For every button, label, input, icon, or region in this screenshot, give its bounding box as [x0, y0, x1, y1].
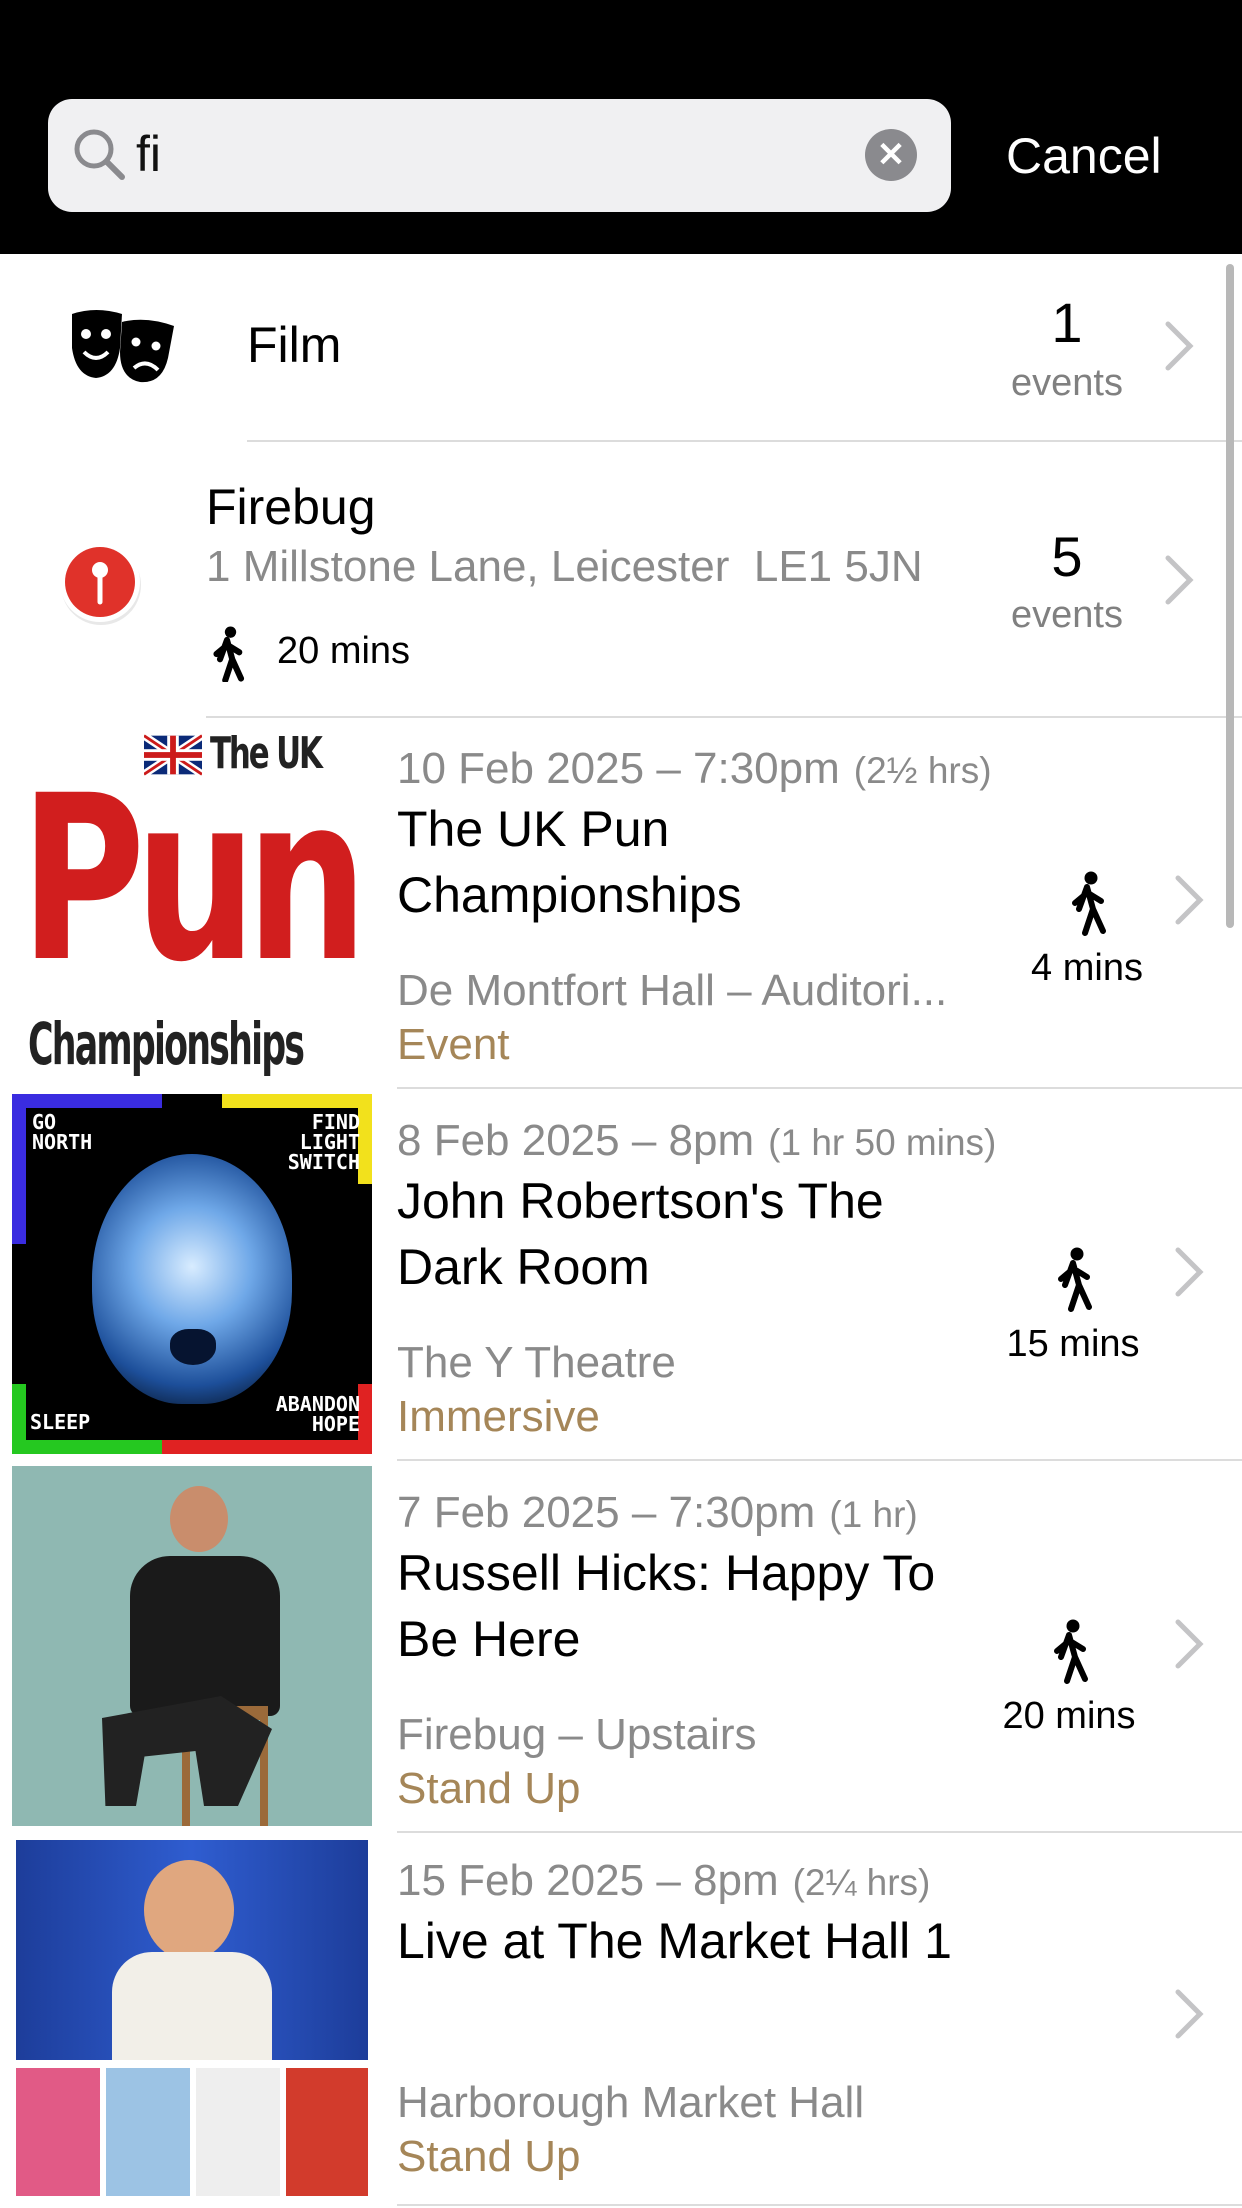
poster-tr-text: FIND LIGHT SWITCH: [287, 1110, 360, 1174]
poster-corner: [222, 1094, 372, 1108]
poster-figure-body: [130, 1556, 280, 1716]
poster-thumb: [16, 2068, 100, 2196]
event-venue: Firebug – Upstairs: [397, 1710, 757, 1759]
event-datetime: 15 Feb 2025 – 8pm (2¼ hrs): [397, 1856, 930, 1906]
chevron-right-icon: [1165, 555, 1194, 605]
poster-bl-text: SLEEP: [30, 1410, 91, 1434]
event-date: 10 Feb 2025 – 7:30pm: [397, 744, 840, 793]
poster-corner: [12, 1094, 162, 1108]
event-count: 1: [1051, 291, 1083, 354]
chevron-right-icon: [1165, 321, 1194, 371]
event-title: Russell Hicks: Happy To Be Here: [397, 1545, 936, 1667]
event-row[interactable]: The UK Pun Championships 10 Feb 2025 – 7…: [0, 718, 1242, 1088]
event-category: Immersive: [397, 1392, 600, 1441]
poster-bottom-text: Championships: [28, 1010, 305, 1078]
event-category: Stand Up: [397, 1764, 581, 1813]
category-name: Film: [247, 317, 342, 373]
poster-corner: [12, 1094, 26, 1244]
event-title: Live at The Market Hall 1: [397, 1913, 952, 1969]
event-title: John Robertson's The Dark Room: [397, 1173, 884, 1295]
walk-time: 20 mins: [277, 630, 411, 672]
walking-icon: [213, 626, 245, 682]
walk-time: 20 mins: [1002, 1695, 1136, 1737]
walk-time: 4 mins: [1031, 947, 1143, 989]
poster-corner: [12, 1384, 26, 1454]
event-title: The UK Pun Championships: [397, 801, 742, 923]
chevron-right-icon: [1175, 1247, 1204, 1297]
poster-figure-head: [170, 1486, 228, 1552]
walk-time: 15 mins: [1006, 1323, 1140, 1365]
divider: [397, 1459, 1242, 1461]
event-date: 7 Feb 2025 – 7:30pm: [397, 1488, 816, 1537]
event-duration: (1 hr): [829, 1494, 918, 1535]
poster-thumb: [286, 2068, 368, 2196]
walk-indicator: 4 mins: [1002, 866, 1172, 990]
event-datetime: 8 Feb 2025 – 8pm (1 hr 50 mins): [397, 1116, 996, 1166]
walk-indicator: 20 mins: [984, 1614, 1154, 1738]
poster-tl-text: GO NORTH: [32, 1110, 93, 1154]
theatre-masks-icon: [72, 310, 174, 383]
chevron-right-icon: [1175, 1619, 1204, 1669]
map-pin-icon: [60, 542, 141, 625]
event-row[interactable]: GO NORTH FIND LIGHT SWITCH SLEEP ABANDON…: [0, 1090, 1242, 1460]
event-category: Stand Up: [397, 2132, 581, 2181]
cancel-button[interactable]: Cancel: [1006, 126, 1162, 186]
divider: [397, 1831, 1242, 1833]
event-venue: Harborough Market Hall: [397, 2078, 865, 2127]
event-row[interactable]: 7 Feb 2025 – 7:30pm (1 hr) Russell Hicks:…: [0, 1462, 1242, 1832]
poster-br-text: ABANDON HOPE: [275, 1392, 360, 1436]
poster-performer: [144, 1860, 234, 1960]
search-bar[interactable]: fi ✕: [48, 99, 951, 212]
poster-thumb: [106, 2068, 190, 2196]
event-duration: (1 hr 50 mins): [768, 1122, 997, 1163]
event-count-label: events: [1011, 594, 1123, 636]
clear-search-button[interactable]: ✕: [865, 129, 917, 181]
venue-address: 1 Millstone Lane, Leicester LE1 5JN: [206, 542, 923, 591]
event-venue: De Montfort Hall – Auditori...: [397, 966, 948, 1015]
venue-row-firebug[interactable]: Firebug 1 Millstone Lane, Leicester LE1 …: [0, 442, 1242, 718]
poster-corner: [358, 1094, 372, 1184]
event-date: 8 Feb 2025 – 8pm: [397, 1116, 755, 1165]
venue-name: Firebug: [206, 479, 376, 535]
event-row[interactable]: 15 Feb 2025 – 8pm (2¼ hrs) Live at The Ma…: [0, 1834, 1242, 2208]
search-input[interactable]: fi: [136, 121, 161, 187]
event-poster: The UK Pun Championships: [12, 726, 372, 1086]
poster-thumb: [196, 2068, 280, 2196]
poster-portrait: [92, 1154, 292, 1404]
poster-corner: [162, 1440, 372, 1454]
poster-mouth: [170, 1329, 216, 1365]
event-venue: The Y Theatre: [397, 1338, 676, 1387]
event-poster: [12, 1466, 372, 1826]
poster-corner: [358, 1384, 372, 1454]
divider: [397, 2204, 1242, 2206]
event-poster: [16, 1840, 368, 2196]
event-duration: (2½ hrs): [853, 750, 992, 791]
category-row-film[interactable]: Film 1 events: [0, 254, 1242, 440]
scrollbar[interactable]: [1226, 264, 1234, 928]
walking-icon: [1054, 1619, 1088, 1684]
event-date: 15 Feb 2025 – 8pm: [397, 1856, 779, 1905]
walking-icon: [1058, 1247, 1092, 1312]
search-header: fi ✕ Cancel: [0, 0, 1242, 254]
poster-main-text: Pun: [20, 746, 368, 1012]
event-count-label: events: [1011, 362, 1123, 404]
chevron-right-icon: [1175, 875, 1204, 925]
search-icon: [74, 129, 125, 180]
divider: [397, 1087, 1242, 1089]
poster-corner: [12, 1440, 162, 1454]
event-category: Event: [397, 1020, 510, 1069]
walk-indicator: 15 mins: [988, 1242, 1158, 1366]
poster-performer-body: [112, 1952, 272, 2060]
event-datetime: 7 Feb 2025 – 7:30pm (1 hr): [397, 1488, 918, 1538]
event-poster: GO NORTH FIND LIGHT SWITCH SLEEP ABANDON…: [12, 1094, 372, 1454]
event-datetime: 10 Feb 2025 – 7:30pm (2½ hrs): [397, 744, 992, 794]
event-duration: (2¼ hrs): [792, 1862, 931, 1903]
chevron-right-icon: [1175, 1989, 1204, 2039]
walking-icon: [1072, 871, 1106, 936]
event-count: 5: [1051, 525, 1083, 588]
